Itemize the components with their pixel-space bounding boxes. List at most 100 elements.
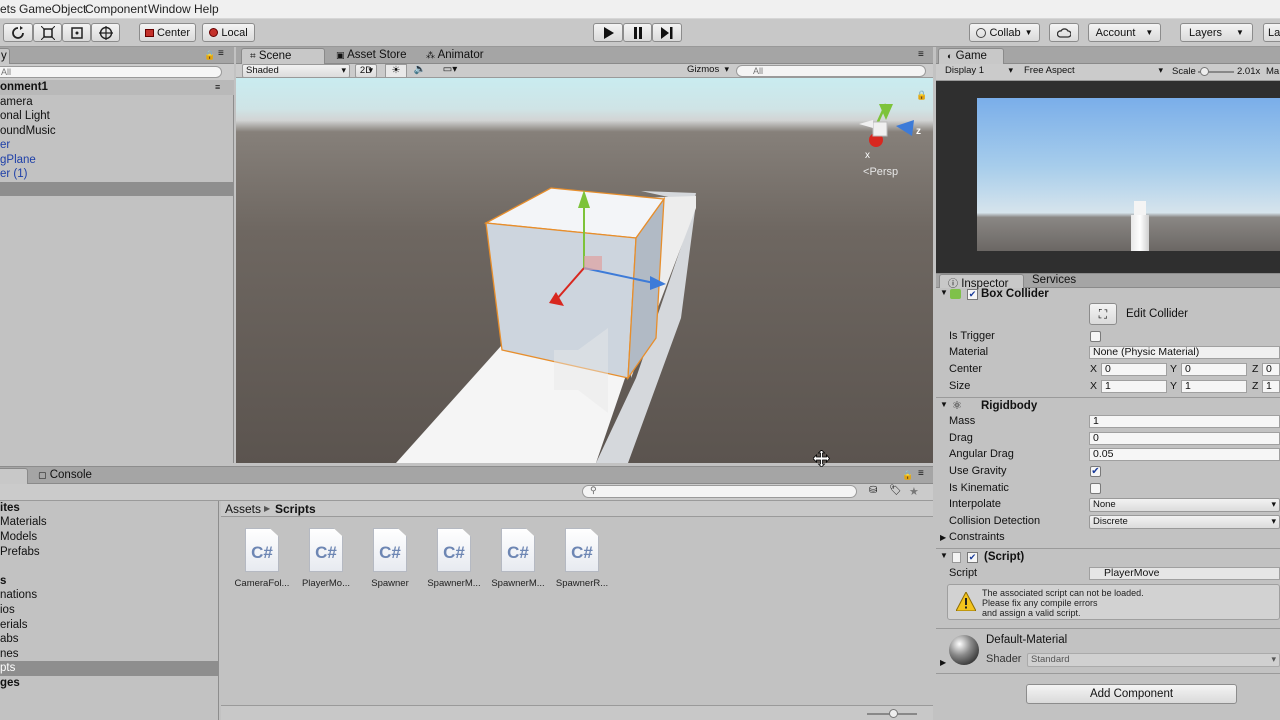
- folder-models-fav[interactable]: Models: [0, 530, 37, 545]
- menu-assets[interactable]: ets: [0, 2, 16, 16]
- lock-icon[interactable]: 🔒: [902, 470, 913, 481]
- transform-tool-button[interactable]: [91, 23, 120, 42]
- shading-dropdown[interactable]: Shaded: [242, 64, 350, 78]
- scale-slider[interactable]: [1198, 67, 1234, 76]
- material-field[interactable]: None (Physic Material): [1089, 346, 1280, 359]
- file-item[interactable]: C# SpawnerM...: [422, 528, 486, 589]
- tab-animator[interactable]: ⁂ Animator: [418, 48, 492, 64]
- collision-detection-dropdown[interactable]: Discrete: [1089, 515, 1280, 529]
- pivot-local-button[interactable]: Local: [202, 23, 255, 42]
- foldout-icon[interactable]: ▼: [940, 288, 948, 297]
- file-item[interactable]: C# SpawnerM...: [486, 528, 550, 589]
- scene-search-input[interactable]: [736, 65, 926, 77]
- file-item[interactable]: C# SpawnerR...: [550, 528, 614, 589]
- tab-hierarchy[interactable]: y: [0, 48, 10, 64]
- size-x-field[interactable]: 1: [1101, 380, 1167, 393]
- menu-gameobject[interactable]: GameObject: [19, 2, 86, 16]
- account-dropdown[interactable]: Account ▼: [1088, 23, 1161, 42]
- center-x-field[interactable]: 0: [1101, 363, 1167, 376]
- game-view[interactable]: [977, 98, 1280, 251]
- hierarchy-item-music[interactable]: oundMusic: [0, 124, 56, 139]
- folder-packages[interactable]: ges: [0, 676, 20, 691]
- scene-viewport[interactable]: x z <Persp 🔒: [236, 78, 933, 463]
- tab-project[interactable]: [0, 468, 28, 484]
- step-button[interactable]: [652, 23, 682, 42]
- cloud-button[interactable]: [1049, 23, 1079, 42]
- hierarchy-item-player[interactable]: er: [0, 138, 10, 153]
- box-collider-enabled-checkbox[interactable]: ✔: [967, 289, 978, 300]
- panel-menu-icon[interactable]: ≡: [918, 468, 924, 479]
- lighting-toggle[interactable]: ☀: [385, 64, 407, 78]
- foldout-icon[interactable]: ▼: [940, 551, 948, 560]
- collab-dropdown[interactable]: Collab ▼: [969, 23, 1040, 42]
- panel-menu-icon[interactable]: ≡: [218, 48, 224, 59]
- menu-window[interactable]: Window: [148, 2, 191, 16]
- layers-dropdown[interactable]: Layers ▼: [1180, 23, 1253, 42]
- script-enabled-checkbox[interactable]: ✔: [967, 552, 978, 563]
- tab-inspector[interactable]: ⓘ Inspector: [939, 274, 1024, 290]
- hierarchy-item-light[interactable]: onal Light: [0, 109, 50, 124]
- pivot-center-button[interactable]: Center: [139, 23, 196, 42]
- lock-icon[interactable]: 🔒: [916, 90, 927, 101]
- drag-field[interactable]: 0: [1089, 432, 1280, 445]
- pause-button[interactable]: [623, 23, 652, 42]
- foldout-icon[interactable]: ▼: [940, 400, 948, 409]
- lock-icon[interactable]: 🔒: [204, 50, 215, 61]
- project-search-input[interactable]: [582, 485, 857, 498]
- add-component-button[interactable]: Add Component: [1026, 684, 1237, 704]
- gizmos-dropdown[interactable]: Gizmos: [684, 64, 732, 78]
- icon-size-slider-thumb[interactable]: [889, 709, 898, 718]
- effects-dropdown[interactable]: ▭▾: [436, 64, 464, 78]
- mode-2d-button[interactable]: 2D: [355, 64, 377, 78]
- breadcrumb-scripts[interactable]: Scripts: [275, 501, 316, 517]
- hierarchy-selected-row[interactable]: [0, 182, 234, 196]
- scene-header[interactable]: onment1 ≡: [0, 80, 234, 95]
- material-preview-sphere[interactable]: [949, 635, 979, 665]
- hierarchy-search-input[interactable]: [0, 66, 222, 78]
- menu-component[interactable]: Component: [85, 2, 147, 16]
- scene-menu-icon[interactable]: ≡: [215, 80, 220, 95]
- file-item[interactable]: C# CameraFol...: [230, 528, 294, 589]
- play-button[interactable]: [593, 23, 623, 42]
- projection-label[interactable]: <Persp: [863, 166, 898, 178]
- scale-tool-button[interactable]: [33, 23, 62, 42]
- tab-game[interactable]: ◐ Game: [938, 48, 1004, 64]
- file-item[interactable]: C# PlayerMo...: [294, 528, 358, 589]
- tab-asset-store[interactable]: ▣ Asset Store: [328, 48, 415, 64]
- hierarchy-item-player-1[interactable]: er (1): [0, 167, 27, 182]
- layout-dropdown[interactable]: La: [1263, 23, 1280, 42]
- edit-collider-button[interactable]: ⛶: [1089, 303, 1117, 325]
- hierarchy-item-camera[interactable]: amera: [0, 95, 33, 110]
- folder-scenes[interactable]: nes: [0, 647, 19, 662]
- folder-assets[interactable]: s: [0, 574, 6, 589]
- folder-audios[interactable]: ios: [0, 603, 15, 618]
- filter-type-icon[interactable]: ⛁: [869, 485, 877, 496]
- shader-dropdown[interactable]: Standard: [1027, 653, 1280, 667]
- folder-animations[interactable]: nations: [0, 588, 37, 603]
- constraints-foldout-icon[interactable]: ▶: [940, 533, 946, 542]
- display-dropdown[interactable]: Display 1: [942, 65, 1016, 79]
- hierarchy-item-plane[interactable]: gPlane: [0, 153, 36, 168]
- aspect-dropdown[interactable]: Free Aspect: [1021, 65, 1166, 79]
- favorite-star-icon[interactable]: ★: [909, 485, 919, 498]
- tab-console[interactable]: ▢ Console: [30, 468, 100, 484]
- rotate-tool-button[interactable]: [3, 23, 33, 42]
- rect-tool-button[interactable]: [62, 23, 91, 42]
- folder-prefabs[interactable]: abs: [0, 632, 19, 647]
- folder-scripts[interactable]: pts: [0, 661, 219, 676]
- tab-scene[interactable]: ⌗ Scene: [241, 48, 325, 64]
- folder-favorites[interactable]: ites: [0, 501, 20, 516]
- scale-slider-thumb[interactable]: [1200, 67, 1209, 76]
- is-kinematic-checkbox[interactable]: [1090, 483, 1101, 494]
- is-trigger-checkbox[interactable]: [1090, 331, 1101, 342]
- panel-menu-icon[interactable]: ≡: [918, 49, 924, 60]
- folder-materials[interactable]: erials: [0, 618, 27, 633]
- angular-drag-field[interactable]: 0.05: [1089, 448, 1280, 461]
- maximize-toggle[interactable]: Ma: [1266, 66, 1279, 77]
- breadcrumb-assets[interactable]: Assets: [225, 501, 261, 517]
- folder-materials-fav[interactable]: Materials: [0, 515, 47, 530]
- mass-field[interactable]: 1: [1089, 415, 1280, 428]
- audio-toggle[interactable]: 🔈: [411, 64, 429, 78]
- size-y-field[interactable]: 1: [1181, 380, 1247, 393]
- script-field[interactable]: PlayerMove: [1089, 567, 1280, 580]
